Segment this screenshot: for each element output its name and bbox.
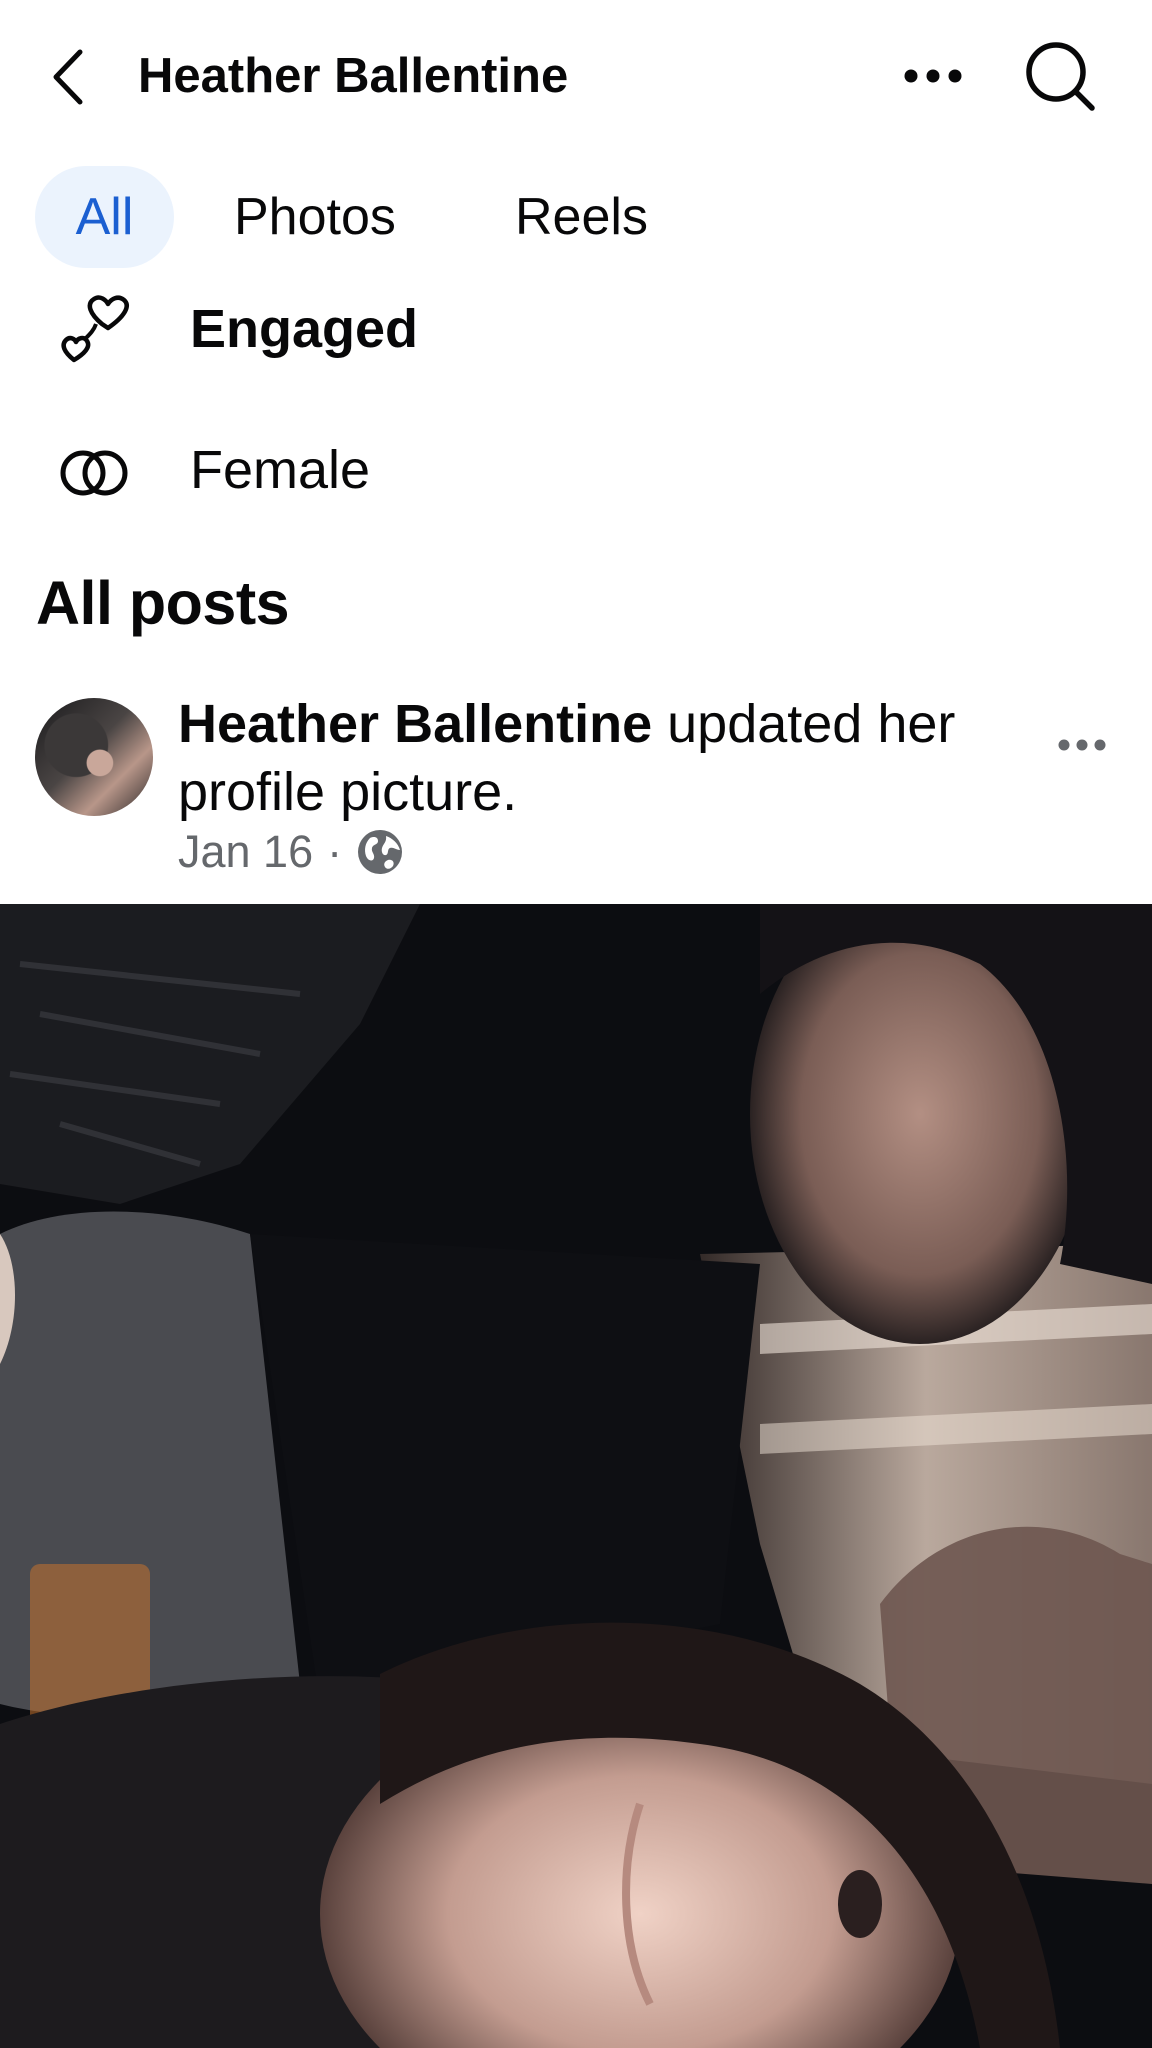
avatar[interactable]	[35, 698, 153, 816]
top-bar: Heather Ballentine	[0, 0, 1152, 150]
post-author-name[interactable]: Heather Ballentine	[178, 694, 652, 754]
post-meta: Jan 16 ·	[178, 824, 404, 880]
gender-row: Female	[0, 420, 1152, 520]
post-headline: Heather Ballentine updated her profile p…	[178, 690, 1008, 826]
gender-text: Female	[190, 440, 371, 500]
post-header: Heather Ballentine updated her profile p…	[0, 690, 1152, 890]
tab-all[interactable]: All	[35, 166, 174, 268]
search-icon	[1026, 42, 1095, 111]
chevron-left-icon	[53, 49, 83, 105]
search-button[interactable]	[1022, 38, 1098, 114]
post-photo[interactable]	[0, 904, 1152, 2048]
globe-icon[interactable]	[356, 828, 404, 876]
meta-separator: ·	[327, 826, 343, 877]
more-options-button[interactable]	[898, 50, 968, 102]
gender-circles-icon	[56, 435, 132, 507]
content-filter-tabs: All Photos Reels	[0, 162, 1152, 272]
relationship-status-row: Engaged	[0, 279, 1152, 379]
hearts-icon	[56, 294, 132, 366]
page-title: Heather Ballentine	[138, 49, 569, 103]
back-button[interactable]	[40, 42, 96, 112]
more-horizontal-icon	[1058, 739, 1106, 751]
section-heading: All posts	[36, 569, 290, 637]
more-horizontal-icon	[904, 69, 962, 83]
post-date[interactable]: Jan 16	[178, 824, 313, 880]
post-options-button[interactable]	[1052, 720, 1112, 770]
tab-photos[interactable]: Photos	[234, 166, 396, 268]
tab-reels[interactable]: Reels	[515, 166, 648, 268]
relationship-status-text: Engaged	[190, 299, 419, 359]
